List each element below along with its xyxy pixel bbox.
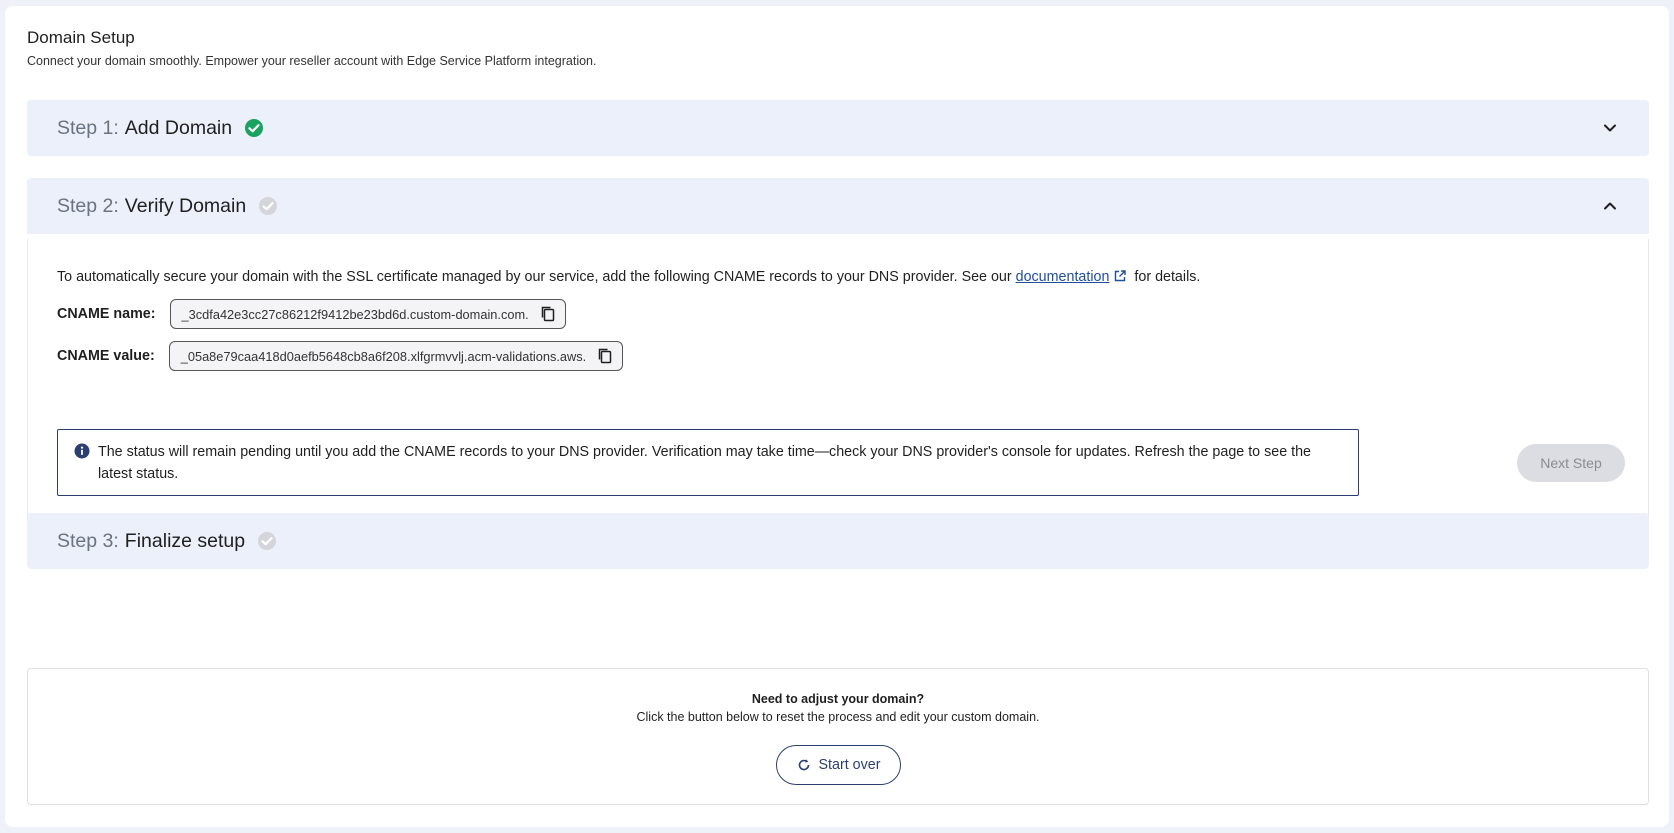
cname-value-row: CNAME value: _05a8e79caa418d0aefb5648cb8… <box>57 341 624 371</box>
info-icon <box>74 443 90 459</box>
start-over-button[interactable]: Start over <box>776 745 901 785</box>
chevron-down-icon[interactable] <box>1601 119 1619 137</box>
external-link-icon[interactable] <box>1113 269 1127 283</box>
cname-value-value: _05a8e79caa418d0aefb5648cb8a6f208.xlfgrm… <box>180 348 587 364</box>
page-subtitle: Connect your domain smoothly. Empower yo… <box>27 54 597 68</box>
reset-heading: Need to adjust your domain? <box>751 692 925 706</box>
cname-name-label: CNAME name: <box>57 306 156 322</box>
copy-icon[interactable] <box>539 305 557 323</box>
step-2-body: To automatically secure your domain with… <box>27 239 1649 525</box>
check-circle-icon <box>244 118 264 138</box>
step-2-header[interactable]: Step 2: Verify Domain <box>27 178 1649 234</box>
refresh-icon <box>797 758 811 772</box>
step-3-title: Finalize setup <box>124 529 246 552</box>
chevron-up-icon[interactable] <box>1601 197 1619 215</box>
start-over-label: Start over <box>818 757 881 773</box>
status-info-box: The status will remain pending until you… <box>57 429 1359 496</box>
step-1-header[interactable]: Step 1: Add Domain <box>27 100 1649 156</box>
documentation-link[interactable]: documentation <box>1016 269 1110 285</box>
cname-value-field[interactable]: _05a8e79caa418d0aefb5648cb8a6f208.xlfgrm… <box>168 341 624 371</box>
cname-name-value: _3cdfa42e3cc27c86212f9412be23bd6d.custom… <box>181 306 529 322</box>
page-title: Domain Setup <box>27 28 135 47</box>
copy-icon[interactable] <box>596 347 614 365</box>
next-step-button[interactable]: Next Step <box>1517 444 1625 482</box>
verify-intro-suffix: for details. <box>1134 269 1201 285</box>
step-3-header[interactable]: Step 3: Finalize setup <box>27 513 1649 569</box>
check-circle-icon <box>258 196 278 216</box>
cname-value-label: CNAME value: <box>57 348 155 364</box>
verify-intro-text: To automatically secure your domain with… <box>57 269 1016 285</box>
step-2-title: Verify Domain <box>124 194 247 217</box>
verify-intro: To automatically secure your domain with… <box>57 269 1200 285</box>
step-1-prefix: Step 1: <box>57 116 119 139</box>
cname-name-row: CNAME name: _3cdfa42e3cc27c86212f9412be2… <box>57 299 566 329</box>
step-3-prefix: Step 3: <box>57 529 119 552</box>
domain-setup-page: Domain Setup Connect your domain smoothl… <box>5 6 1669 827</box>
step-2-prefix: Step 2: <box>57 194 119 217</box>
check-circle-icon <box>257 531 277 551</box>
reset-text: Click the button below to reset the proc… <box>636 710 1040 724</box>
step-1-title: Add Domain <box>124 116 233 139</box>
status-info-text: The status will remain pending until you… <box>98 444 1311 482</box>
reset-card: Need to adjust your domain? Click the bu… <box>27 668 1649 805</box>
cname-name-field[interactable]: _3cdfa42e3cc27c86212f9412be23bd6d.custom… <box>169 299 566 329</box>
